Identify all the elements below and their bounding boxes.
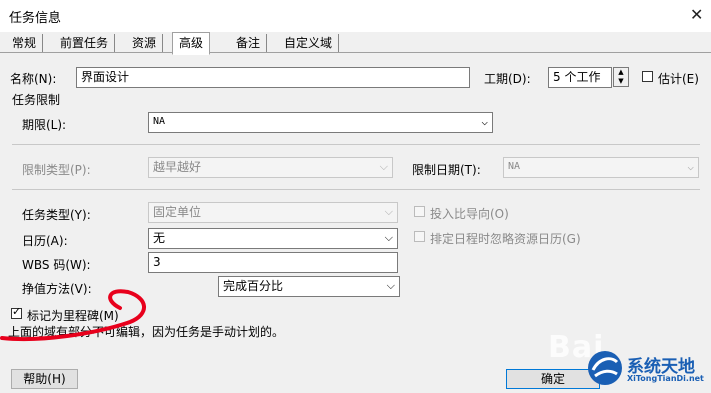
- calendar-label: 日历(A):: [22, 234, 68, 248]
- divider: [12, 189, 700, 190]
- divider: [12, 144, 700, 145]
- effort-driven-label: 投入比导向(O): [430, 207, 509, 221]
- earned-value-select[interactable]: 完成百分比 ⌵: [218, 276, 400, 297]
- chevron-down-icon: ⌵: [687, 160, 694, 173]
- chevron-down-icon: ⌵: [481, 115, 488, 128]
- tab-strip-divider: [0, 52, 711, 53]
- estimate-label: 估计(E): [658, 72, 699, 86]
- tab-custom-fields[interactable]: 自定义域: [278, 34, 340, 52]
- constraint-type-label: 限制类型(P):: [22, 163, 91, 177]
- task-type-label: 任务类型(Y):: [22, 208, 91, 222]
- ignore-resource-calendar-label: 排定日程时忽略资源日历(G): [430, 232, 581, 246]
- tab-general[interactable]: 常规: [6, 34, 44, 52]
- brand-logo-icon: [588, 351, 622, 385]
- brand-url: XiTongTianDi.net: [627, 374, 704, 383]
- wbs-label: WBS 码(W):: [22, 258, 91, 272]
- wbs-input[interactable]: 3: [148, 252, 398, 273]
- task-type-select[interactable]: 固定单位 ⌵: [148, 202, 398, 223]
- name-input[interactable]: 界面设计: [76, 67, 470, 88]
- constraint-type-select[interactable]: 越早越好 ⌵: [148, 157, 393, 178]
- chevron-down-icon: ⌵: [384, 205, 393, 218]
- duration-spinner[interactable]: ▲ ▼: [613, 67, 629, 87]
- earned-value-value: 完成百分比: [223, 279, 284, 293]
- constraint-date-select[interactable]: NA ⌵: [503, 157, 699, 178]
- duration-input[interactable]: 5 个工作: [548, 67, 612, 88]
- constraint-date-label: 限制日期(T):: [412, 163, 481, 177]
- duration-label: 工期(D):: [484, 72, 531, 86]
- tab-advanced[interactable]: 高级: [172, 32, 211, 55]
- deadline-value: NA: [153, 116, 166, 127]
- window-title: 任务信息: [9, 11, 62, 26]
- constraint-section-title: 任务限制: [12, 93, 61, 107]
- ignore-resource-calendar-checkbox[interactable]: [414, 231, 425, 242]
- chevron-down-icon: ⌵: [384, 231, 393, 244]
- tab-predecessors[interactable]: 前置任务: [54, 34, 116, 52]
- calendar-value: 无: [153, 231, 166, 245]
- constraint-type-value: 越早越好: [153, 160, 202, 174]
- calendar-select[interactable]: 无 ⌵: [148, 228, 398, 249]
- chevron-down-icon: ⌵: [386, 279, 395, 292]
- tab-notes[interactable]: 备注: [230, 34, 268, 52]
- close-icon[interactable]: ✕: [690, 5, 703, 24]
- estimate-checkbox[interactable]: [642, 71, 653, 82]
- deadline-label: 期限(L):: [22, 118, 67, 132]
- name-label: 名称(N):: [10, 72, 57, 86]
- title-bar: [0, 0, 711, 32]
- help-button[interactable]: 帮助(H): [11, 369, 78, 389]
- effort-driven-checkbox[interactable]: [414, 206, 425, 217]
- chevron-down-icon: ⌵: [379, 160, 388, 173]
- red-annotation-scribble: [0, 289, 146, 342]
- tab-resources[interactable]: 资源: [126, 34, 164, 52]
- task-type-value: 固定单位: [153, 205, 202, 219]
- deadline-select[interactable]: NA ⌵: [148, 112, 493, 133]
- constraint-date-value: NA: [508, 161, 521, 172]
